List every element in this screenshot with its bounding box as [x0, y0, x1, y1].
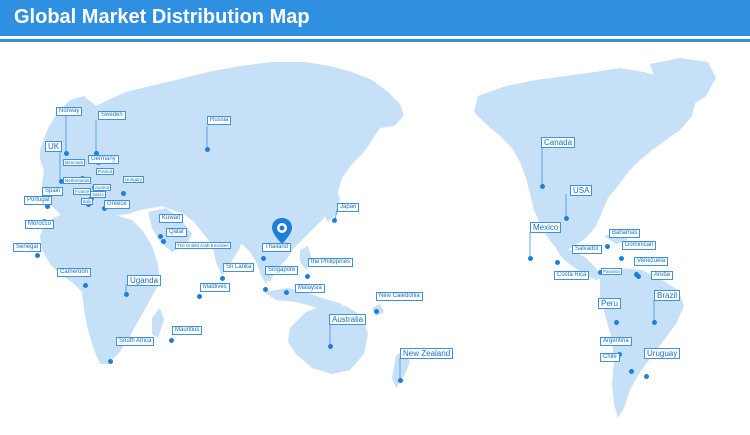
map-pin-core [279, 225, 285, 231]
label-usa: USA [570, 185, 593, 197]
label-senegal: Senegal [13, 243, 42, 252]
label-japan: Japan [337, 203, 360, 212]
header-bar: Global Market Distribution Map [0, 0, 750, 36]
label-russia: Russia [207, 116, 232, 125]
header-divider [0, 39, 750, 42]
label-netherlands: Netherlands [63, 177, 92, 185]
landmass-madagascar [152, 308, 164, 338]
label-aruba: Aruba [651, 271, 674, 280]
marker-maldives[interactable] [196, 293, 202, 299]
marker-uruguay[interactable] [643, 373, 649, 379]
marker-singapore[interactable] [262, 286, 268, 292]
label-australia: Australia [329, 314, 367, 326]
landmass-north-america [474, 68, 696, 252]
marker-norway[interactable] [63, 150, 69, 156]
label-sweden: Sweden [98, 111, 126, 120]
marker-uganda[interactable] [123, 291, 129, 297]
label-brazil: Brazil [654, 290, 681, 302]
marker-thailand[interactable] [260, 255, 266, 261]
label-uganda: Uganda [127, 275, 162, 287]
marker-qatar[interactable] [160, 238, 166, 244]
marker-malaysia[interactable] [283, 289, 289, 295]
page-title: Global Market Distribution Map [14, 6, 310, 28]
marker-japan[interactable] [331, 217, 337, 223]
label-new-caledonia: New Caledonia [376, 292, 423, 301]
marker-brazil[interactable] [651, 319, 657, 325]
marker-russia[interactable] [204, 146, 210, 152]
label-salvador: Salvador [572, 245, 602, 254]
label-dominican: Dominican [622, 241, 657, 250]
marker-hungary[interactable] [120, 190, 126, 196]
label-costa-rica: Costa Rica [554, 271, 590, 280]
label-france: France [73, 188, 92, 196]
label-norway: Norway [56, 107, 83, 116]
marker-new-zealand[interactable] [397, 377, 403, 383]
label-uk: UK [45, 141, 63, 153]
marker-canada[interactable] [539, 183, 545, 189]
marker-bahamas[interactable] [604, 243, 610, 249]
marker-peru[interactable] [613, 319, 619, 325]
marker-sri-lanka[interactable] [219, 275, 225, 281]
label-singapore: Singapore [265, 266, 299, 275]
marker-kuwait[interactable] [157, 233, 163, 239]
label-italy: Italy [81, 198, 94, 206]
marker-usa[interactable] [563, 215, 569, 221]
marker-cameroon[interactable] [82, 282, 88, 288]
marker-australia[interactable] [327, 343, 333, 349]
label-kuwait: Kuwait [159, 214, 184, 223]
label-chile: Chile [600, 353, 620, 362]
marker-salvador[interactable] [554, 259, 560, 265]
marker-the-philippines[interactable] [304, 273, 310, 279]
label-germany: Germany [88, 155, 119, 164]
label-mauritius: Mauritius [172, 326, 203, 335]
marker-new-caledonia[interactable] [373, 308, 379, 314]
label-greece: Greece [104, 200, 130, 209]
label-maldives: Maldives [200, 283, 230, 292]
label-peru: Peru [598, 298, 621, 310]
label-the-philippines: the Philippines [308, 258, 354, 267]
marker-mexico[interactable] [527, 255, 533, 261]
label-the-united-arab-emirates: The United Arab Emirates [175, 242, 231, 250]
label-canada: Canada [541, 137, 576, 149]
label-venezuela: Venezuela [634, 257, 669, 266]
marker-mauritius[interactable] [168, 337, 174, 343]
label-qatar: Qatar [166, 228, 188, 237]
marker-aruba[interactable] [635, 273, 641, 279]
label-thailand: Thailand [262, 243, 292, 252]
label-malaysia: Malaysia [295, 284, 325, 293]
marker-senegal[interactable] [34, 252, 40, 258]
label-new-zealand: New Zealand [400, 348, 454, 360]
label-spain: Spain [42, 187, 64, 196]
marker-south-africa[interactable] [107, 358, 113, 364]
label-argentina: Argentina [600, 337, 632, 346]
label-mexico: Mexico [530, 222, 562, 234]
label-panama: Panama [601, 268, 622, 276]
marker-dominican[interactable] [618, 255, 624, 261]
label-sri-lanka: Sri Lanka [223, 263, 255, 272]
label-uruguay: Uruguay [644, 348, 681, 360]
label-hungary: Hungary [123, 176, 145, 184]
label-south-africa: South Africa [116, 337, 155, 346]
label-morocco: Morocco [25, 220, 55, 229]
marker-chile[interactable] [628, 368, 634, 374]
label-denmark: Denmark [63, 159, 86, 167]
landmasses [40, 58, 716, 418]
label-cameroon: Cameroon [57, 268, 92, 277]
label-portugal: Portugal [24, 196, 53, 205]
label-bahamas: Bahamas [609, 229, 641, 238]
label-poland: Poland [96, 168, 115, 176]
